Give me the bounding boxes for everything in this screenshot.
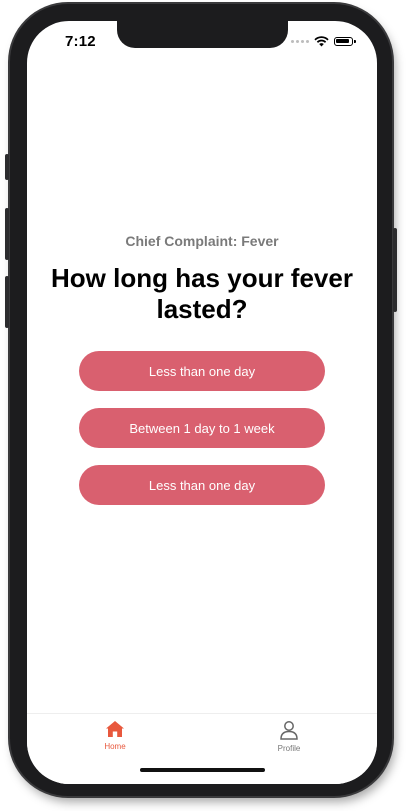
signal-dots-icon [291,40,309,43]
tab-profile[interactable]: Profile [259,720,319,753]
home-icon [106,721,124,737]
chief-complaint-label: Chief Complaint: Fever [125,233,279,249]
app-screen: 7:12 Chief Complaint: Fever How long has… [27,21,377,784]
home-indicator [140,768,265,772]
tab-profile-label: Profile [277,744,301,753]
mute-switch [5,154,9,180]
volume-down-button [5,276,9,328]
option-button-less-than-one-day[interactable]: Less than one day [79,351,325,391]
wifi-icon [314,36,329,47]
volume-up-button [5,208,9,260]
tab-bar: Home Profile [27,713,377,784]
tab-home[interactable]: Home [85,720,145,751]
question-title: How long has your fever lasted? [51,263,353,324]
user-icon [280,721,298,740]
option-button-one-day-to-one-week[interactable]: Between 1 day to 1 week [79,408,325,448]
notch [117,21,288,48]
power-button [393,228,397,312]
question-panel: Chief Complaint: Fever How long has your… [27,233,377,505]
option-button-less-than-one-day-repeat[interactable]: Less than one day [79,465,325,505]
answer-options: Less than one day Between 1 day to 1 wee… [27,351,377,505]
battery-icon [334,37,356,46]
status-icons [291,36,356,47]
tab-home-label: Home [104,742,126,751]
status-time: 7:12 [65,33,96,50]
